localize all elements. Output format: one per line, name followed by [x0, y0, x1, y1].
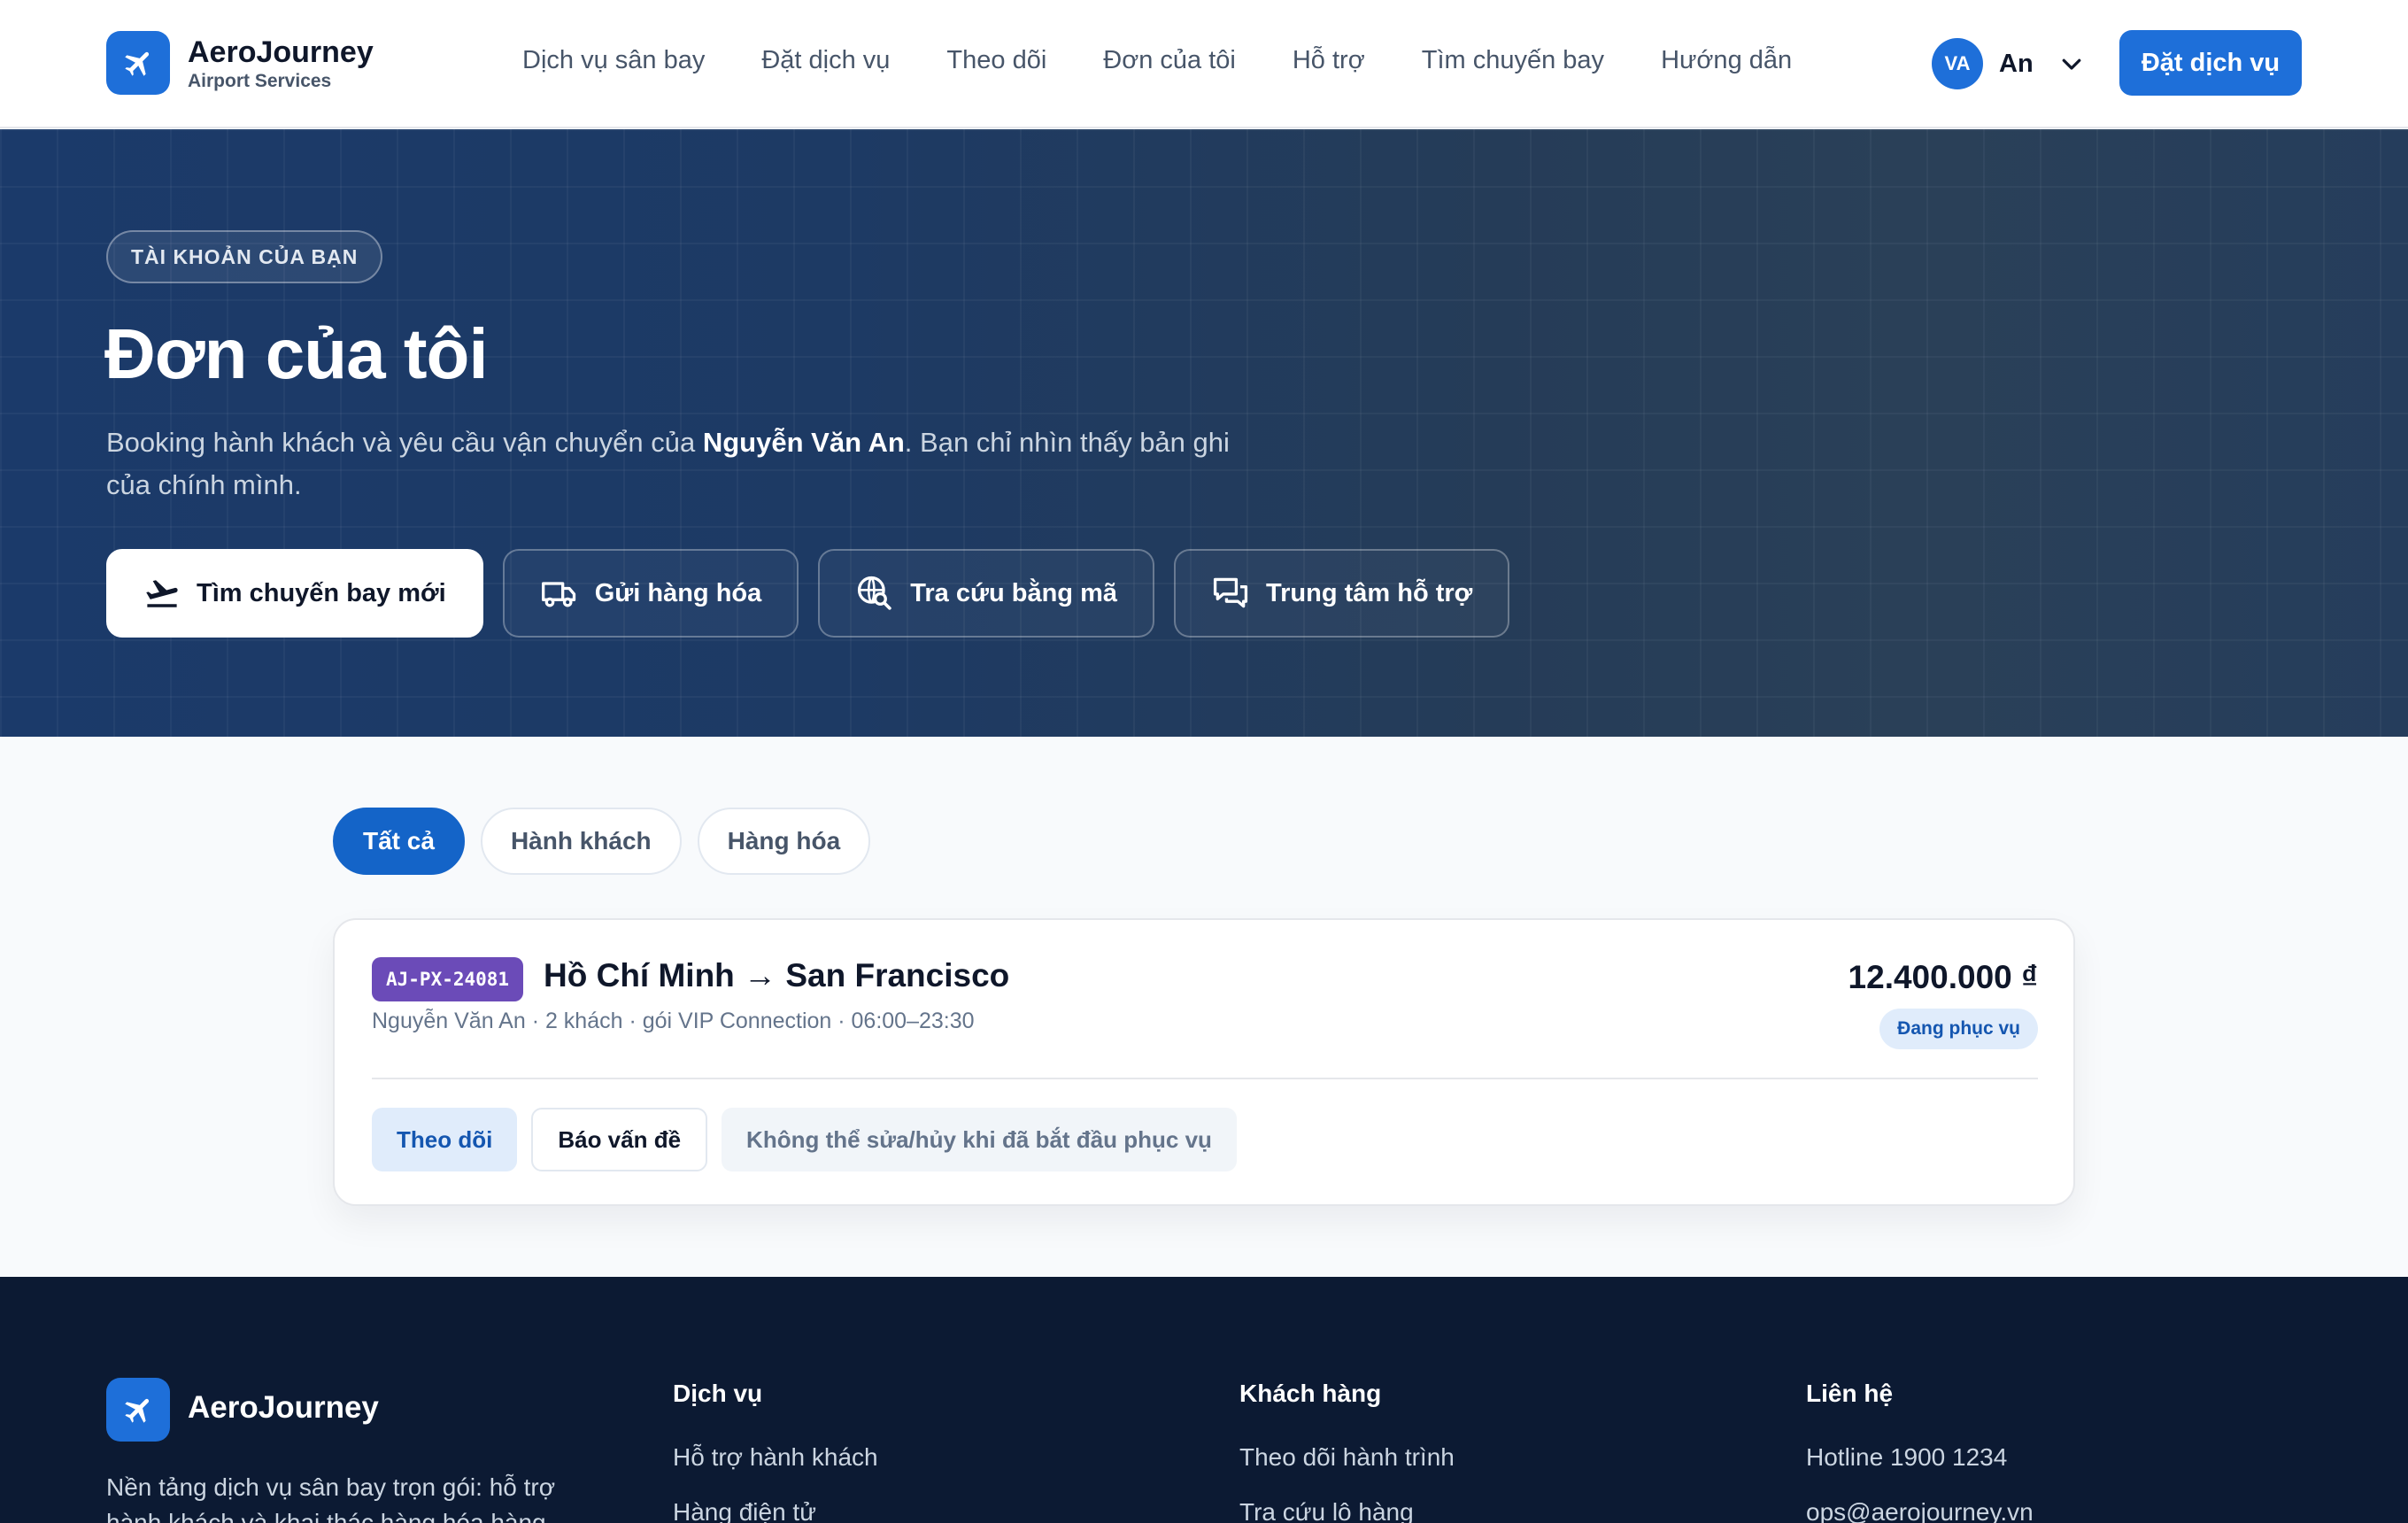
departure-plane-icon [146, 580, 178, 607]
footer-link[interactable]: Hỗ trợ hành khách [673, 1443, 878, 1472]
footer-brand-name: AeroJourney [188, 1390, 379, 1425]
nav-guide[interactable]: Hướng dẫn [1661, 46, 1792, 75]
order-filter-tabs: Tất cả Hành khách Hàng hóa [333, 808, 871, 875]
footer-col-customers: Khách hàng Theo dõi hành trình Tra cứu l… [1239, 1380, 1455, 1523]
send-cargo-label: Gửi hàng hóa [594, 578, 762, 607]
lookup-by-code-button[interactable]: Tra cứu bằng mã [818, 549, 1154, 638]
truck-icon [541, 582, 575, 607]
filter-cargo[interactable]: Hàng hóa [697, 808, 871, 875]
locked-edit-note: Không thể sửa/hủy khi đã bắt đầu phục vụ [722, 1108, 1237, 1171]
report-issue-button[interactable]: Báo vấn đề [531, 1108, 708, 1171]
hero-banner: TÀI KHOẢN CỦA BẠN Đơn của tôi Booking hà… [0, 129, 2408, 737]
find-new-flight-label: Tìm chuyến bay mới [197, 578, 446, 607]
chat-bubbles-icon [1213, 577, 1248, 608]
order-code-badge: AJ-PX-24081 [372, 957, 524, 1001]
support-center-button[interactable]: Trung tâm hỗ trợ [1174, 549, 1510, 638]
filter-passenger[interactable]: Hành khách [480, 808, 682, 875]
chevron-down-icon [2062, 58, 2081, 70]
book-service-button[interactable]: Đặt dịch vụ [2119, 30, 2302, 96]
find-new-flight-button[interactable]: Tìm chuyến bay mới [106, 549, 483, 638]
brand-name[interactable]: AeroJourney [188, 35, 374, 70]
order-actions: Theo dõi Báo vấn đề Không thể sửa/hủy kh… [372, 1108, 1237, 1171]
footer-hotline[interactable]: Hotline 1900 1234 [1806, 1443, 2034, 1472]
footer-link[interactable]: Hàng điện tử [673, 1498, 878, 1523]
order-price: 12.400.000 ₫ [1848, 959, 2038, 995]
avatar: VA [1932, 38, 1983, 89]
footer-link[interactable]: Tra cứu lô hàng [1239, 1498, 1455, 1523]
send-cargo-button[interactable]: Gửi hàng hóa [502, 549, 799, 638]
footer-description: Nền tảng dịch vụ sân bay trọn gói: hỗ tr… [106, 1473, 556, 1523]
top-navbar: AeroJourney Airport Services Dịch vụ sân… [0, 0, 2408, 128]
airplane-icon [125, 1398, 150, 1423]
nav-find-flight[interactable]: Tìm chuyến bay [1422, 46, 1604, 75]
user-menu[interactable]: VA An [1932, 38, 2085, 89]
nav-airport-services[interactable]: Dịch vụ sân bay [522, 46, 705, 75]
main-nav: Dịch vụ sân bay Đặt dịch vụ Theo dõi Đơn… [522, 46, 1848, 75]
brand-subtitle: Airport Services [188, 71, 332, 91]
status-badge: Đang phục vụ [1879, 1009, 2038, 1049]
order-meta: Nguyễn Văn An · 2 khách · gói VIP Connec… [372, 1009, 975, 1033]
footer: AeroJourney Nền tảng dịch vụ sân bay trọ… [0, 1277, 2408, 1523]
nav-support[interactable]: Hỗ trợ [1293, 46, 1365, 75]
nav-book-service[interactable]: Đặt dịch vụ [761, 46, 890, 75]
user-name: An [1999, 49, 2034, 78]
order-card: AJ-PX-24081 Hồ Chí Minh → San Francisco … [333, 918, 2075, 1206]
filter-all[interactable]: Tất cả [333, 808, 465, 875]
track-button[interactable]: Theo dõi [372, 1108, 518, 1171]
page-description: Booking hành khách và yêu cầu vận chuyển… [106, 421, 1275, 506]
brand-logo[interactable] [106, 31, 170, 95]
footer-email[interactable]: ops@aerojourney.vn [1806, 1498, 2034, 1523]
lookup-by-code-label: Tra cứu bằng mã [910, 578, 1117, 607]
footer-brand-logo[interactable] [106, 1378, 170, 1442]
footer-col-title: Khách hàng [1239, 1380, 1382, 1407]
customer-name: Nguyễn Văn An [702, 427, 905, 458]
support-center-label: Trung tâm hỗ trợ [1266, 578, 1473, 607]
nav-tracking[interactable]: Theo dõi [946, 46, 1046, 75]
card-divider [372, 1078, 2038, 1079]
footer-col-title: Dịch vụ [673, 1380, 763, 1407]
nav-my-orders[interactable]: Đơn của tôi [1103, 46, 1236, 75]
page-title: Đơn của tôi [104, 314, 489, 393]
footer-link[interactable]: Theo dõi hành trình [1239, 1443, 1455, 1472]
desc-text-before: Booking hành khách và yêu cầu vận chuyển… [106, 427, 703, 458]
hero-actions: Tìm chuyến bay mới Gửi hàng hóa Tra cứu … [106, 549, 1510, 638]
order-route: Hồ Chí Minh → San Francisco [544, 957, 1010, 993]
airplane-icon [125, 51, 150, 76]
footer-col-services: Dịch vụ Hỗ trợ hành khách Hàng điện tử [673, 1380, 878, 1523]
account-eyebrow-badge: TÀI KHOẢN CỦA BẠN [106, 230, 383, 283]
footer-col-contact: Liên hệ Hotline 1900 1234 ops@aerojourne… [1806, 1380, 2034, 1523]
footer-col-title: Liên hệ [1806, 1380, 1894, 1407]
globe-search-icon [858, 576, 891, 610]
